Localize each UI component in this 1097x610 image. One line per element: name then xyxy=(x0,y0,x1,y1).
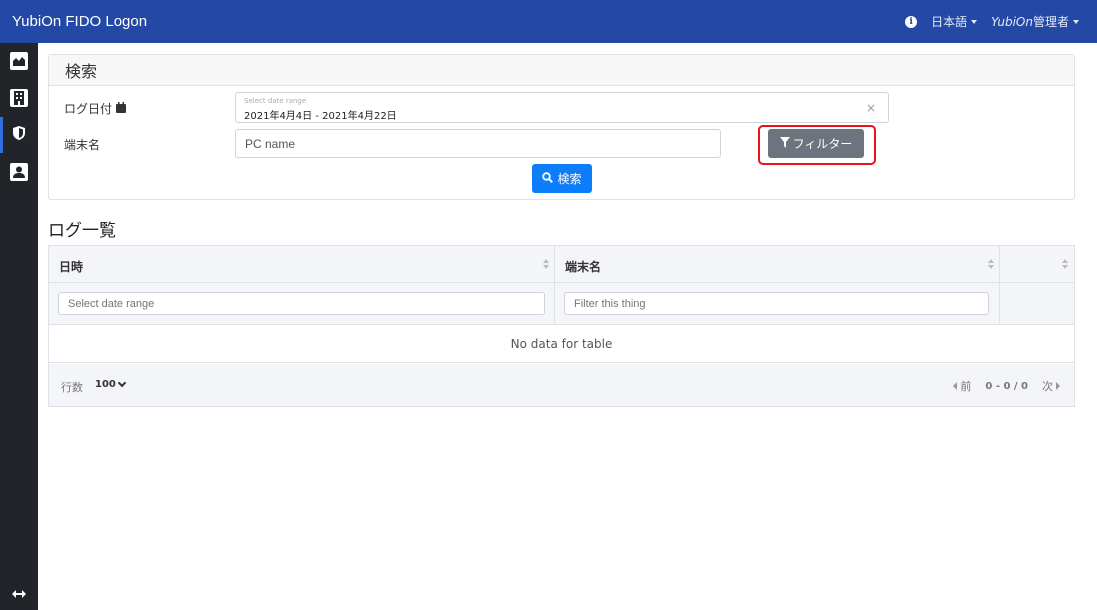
column-header-extra[interactable] xyxy=(1000,246,1074,283)
caret-down-icon xyxy=(971,19,978,24)
column-header-terminal[interactable]: 端末名 xyxy=(555,246,1000,283)
calendar-icon xyxy=(116,101,127,116)
date-range-value: 2021年4月4日 - 2021年4月22日 xyxy=(244,111,397,122)
shield-icon xyxy=(12,125,26,145)
empty-table-message: No data for table xyxy=(49,326,1074,363)
search-card: 検索 ログ日付 Select date range 2021年4月4日 - 20… xyxy=(48,54,1075,200)
filter-button-label: フィルター xyxy=(792,137,853,151)
date-range-placeholder: Select date range xyxy=(244,97,307,105)
search-card-header: 検索 xyxy=(49,55,1074,86)
user-role: 管理者 xyxy=(1032,15,1069,29)
prev-page-label: 前 xyxy=(960,380,972,393)
date-range-picker[interactable]: Select date range 2021年4月4日 - 2021年4月22日… xyxy=(235,92,889,123)
next-page-button[interactable]: 次 xyxy=(1042,378,1060,394)
date-label-text: ログ日付 xyxy=(64,102,113,116)
terminal-name-input[interactable] xyxy=(235,129,721,158)
language-label: 日本語 xyxy=(931,15,968,29)
sort-icon xyxy=(543,258,551,270)
navbar-right: i 日本語 YubiOn 管理者 xyxy=(905,0,1079,43)
clear-icon[interactable]: × xyxy=(866,101,876,115)
caret-left-icon xyxy=(953,382,958,390)
expand-arrows-icon xyxy=(12,583,26,602)
building-icon xyxy=(10,89,28,107)
search-button-label: 検索 xyxy=(557,172,582,186)
prev-page-button[interactable]: 前 xyxy=(953,378,971,394)
filter-icon xyxy=(779,136,790,151)
rows-per-page-select[interactable]: 100 xyxy=(95,378,127,390)
date-filter-input[interactable] xyxy=(58,292,545,315)
date-label: ログ日付 xyxy=(64,100,127,117)
search-icon xyxy=(542,171,554,186)
caret-down-icon xyxy=(1073,19,1079,24)
column-header-label: 日時 xyxy=(59,260,84,274)
log-list-title: ログ一覧 xyxy=(48,221,116,241)
log-table: 日時 端末名 No data for table 行数 100 前 0 - 0 … xyxy=(48,245,1075,407)
terminal-filter-input[interactable] xyxy=(564,292,989,315)
column-divider xyxy=(554,246,555,325)
table-footer: 行数 100 前 0 - 0 / 0 次 xyxy=(49,364,1074,406)
area-chart-icon xyxy=(10,52,28,70)
top-navbar: YubiOn FIDO Logon i 日本語 YubiOn 管理者 xyxy=(0,0,1097,43)
terminal-label: 端末名 xyxy=(64,138,101,152)
sidebar-item-security[interactable] xyxy=(0,117,38,153)
sort-icon xyxy=(988,258,996,270)
sidebar-toggle[interactable] xyxy=(0,574,38,610)
column-header-label: 端末名 xyxy=(565,260,602,274)
sort-icon xyxy=(1062,258,1070,270)
search-button[interactable]: 検索 xyxy=(532,164,592,193)
caret-right-icon xyxy=(1056,382,1060,390)
filter-row xyxy=(49,283,1074,325)
column-header-datetime[interactable]: 日時 xyxy=(49,246,555,283)
info-icon[interactable]: i xyxy=(905,15,918,28)
user-dropdown[interactable]: YubiOn 管理者 xyxy=(991,13,1079,30)
pagination: 前 0 - 0 / 0 次 xyxy=(953,378,1060,394)
sidebar-item-users[interactable] xyxy=(0,154,38,190)
sidebar-item-dashboard[interactable] xyxy=(0,43,38,79)
sidebar-item-organization[interactable] xyxy=(0,80,38,116)
page-info: 0 - 0 / 0 xyxy=(985,380,1028,392)
app-title[interactable]: YubiOn FIDO Logon xyxy=(12,13,147,30)
sidebar xyxy=(0,43,38,610)
user-icon xyxy=(10,163,28,181)
language-dropdown[interactable]: 日本語 xyxy=(931,13,978,30)
rows-per-page-value: 100 xyxy=(95,379,116,390)
next-page-label: 次 xyxy=(1042,380,1053,393)
user-brand: YubiOn xyxy=(991,14,1033,29)
table-header: 日時 端末名 xyxy=(49,246,1074,283)
filter-button[interactable]: フィルター xyxy=(768,129,864,158)
column-divider xyxy=(999,246,1000,325)
chevron-down-icon xyxy=(117,378,127,387)
rows-per-page-label: 行数 xyxy=(61,381,83,394)
